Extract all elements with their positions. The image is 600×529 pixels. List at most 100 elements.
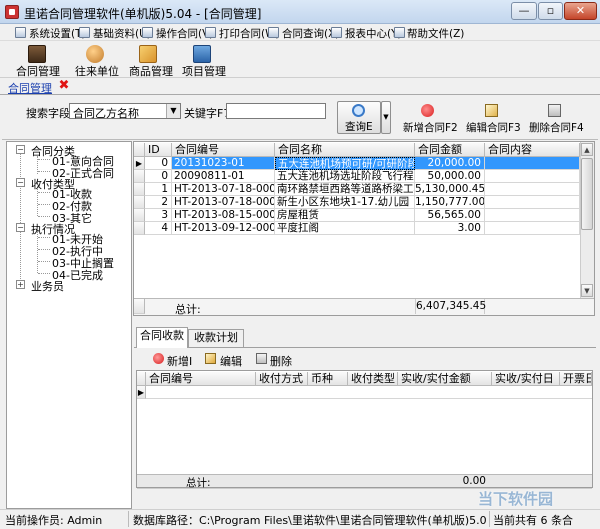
cell-contract-no[interactable]: HT-2013-09-12-0001: [172, 222, 275, 235]
cell-contract-no[interactable]: HT-2013-07-18-0003: [172, 196, 275, 209]
watermark-text: 当下软件园: [478, 490, 554, 508]
cell-content[interactable]: [485, 222, 580, 235]
grid-header-amount[interactable]: 合同金额: [415, 143, 485, 157]
cell-content[interactable]: [485, 170, 580, 183]
delete-icon: [548, 104, 561, 117]
toolbar-contract-button[interactable]: 合同管理: [16, 63, 60, 79]
query-button[interactable]: 查询E: [337, 101, 381, 134]
sub-edit-button[interactable]: 编辑: [220, 353, 242, 369]
grid-header-contract-no[interactable]: 合同编号: [172, 143, 275, 157]
cell-amount[interactable]: 50,000.00: [415, 170, 485, 183]
sub-grid-header-type[interactable]: 收付类型: [348, 372, 398, 386]
grid-total-row: [134, 298, 594, 315]
tree-toggle-icon[interactable]: +: [16, 280, 25, 289]
search-field-select[interactable]: 合同乙方名称 ▼: [69, 103, 181, 120]
sub-add-button[interactable]: 新增I: [167, 353, 192, 369]
menu-basic-icon: [79, 27, 90, 38]
tree-toggle-icon[interactable]: −: [16, 178, 25, 187]
tab-contract-receipts[interactable]: 合同收款: [136, 327, 188, 348]
magnifier-icon: [352, 104, 365, 117]
close-button[interactable]: ✕: [564, 2, 597, 20]
sub-grid-header-method[interactable]: 收付方式: [256, 372, 308, 386]
sub-grid-header-contract-no[interactable]: 合同编号: [146, 372, 256, 386]
scroll-up-icon[interactable]: ▲: [581, 143, 593, 156]
query-dropdown-button[interactable]: ▼: [381, 101, 391, 134]
add-icon: [421, 104, 434, 117]
cell-contract-name[interactable]: 南环路禁垣西路等道路桥梁工程: [275, 183, 415, 196]
edit-icon: [485, 104, 498, 117]
cell-contract-name[interactable]: 五大连池机场选址阶段飞行程序设: [275, 170, 415, 183]
tree-node-salesman[interactable]: 业务员: [31, 278, 64, 294]
add-contract-button[interactable]: 新增合同F2: [399, 101, 460, 134]
sub-grid-header-date[interactable]: 实收/实付日: [492, 372, 560, 386]
tree-guide: [38, 159, 50, 160]
cell-contract-no[interactable]: HT-2013-07-18-0001: [172, 183, 275, 196]
status-operator: 当前操作员: Admin: [5, 514, 103, 527]
cell-contract-name[interactable]: 新生小区东地块1-17.幼儿园: [275, 196, 415, 209]
cell-amount[interactable]: 20,000.00: [415, 157, 485, 170]
cell-content[interactable]: [485, 209, 580, 222]
cell-contract-name[interactable]: 平度扛阁: [275, 222, 415, 235]
cell-content[interactable]: [485, 183, 580, 196]
sub-grid-empty-row[interactable]: [146, 386, 592, 399]
tab-contract-management[interactable]: 合同管理: [8, 80, 52, 95]
tab-receipt-plan[interactable]: 收款计划: [188, 329, 244, 347]
maximize-button[interactable]: ▫: [538, 2, 563, 20]
project-icon: [193, 45, 211, 63]
scroll-thumb[interactable]: [581, 158, 593, 230]
close-tab-icon[interactable]: ✖: [57, 79, 71, 93]
cell-content[interactable]: [485, 196, 580, 209]
cell-content[interactable]: [485, 157, 580, 170]
tree-toggle-icon[interactable]: −: [16, 145, 25, 154]
delete-contract-button[interactable]: 删除合同F4: [526, 101, 584, 134]
minimize-button[interactable]: —: [511, 2, 537, 20]
cell-id[interactable]: 0: [145, 170, 172, 183]
sub-grid-header-currency[interactable]: 币种: [308, 372, 348, 386]
cell-amount[interactable]: 3.00: [415, 222, 485, 235]
toolbar-goods-button[interactable]: 商品管理: [129, 63, 173, 79]
sub-grid-header-invoice-date[interactable]: 开票日: [560, 372, 592, 386]
cell-contract-name[interactable]: 五大连池机场预可研/可研阶段飞: [275, 157, 415, 170]
keyword-input[interactable]: [226, 103, 326, 119]
cell-id[interactable]: 0: [145, 157, 172, 170]
tree-guide: [38, 171, 50, 172]
cell-amount[interactable]: 1,150,777.00: [415, 196, 485, 209]
tree-toggle-icon[interactable]: −: [16, 223, 25, 232]
edit-contract-button[interactable]: 编辑合同F3: [463, 101, 521, 134]
cell-id[interactable]: 1: [145, 183, 172, 196]
toolbar-partners-button[interactable]: 往来单位: [75, 63, 119, 79]
status-count: 当前共有 6 条合: [493, 514, 573, 527]
add-icon: [153, 353, 164, 364]
cell-contract-no[interactable]: HT-2013-08-15-0001: [172, 209, 275, 222]
row-indicator-icon: ▶: [134, 157, 145, 170]
cell-amount[interactable]: 5,130,000.45: [415, 183, 485, 196]
tree-guide: [20, 150, 21, 283]
menu-help-icon: [394, 27, 405, 38]
row-indicator: [134, 209, 145, 222]
grid-header-contract-name[interactable]: 合同名称: [275, 143, 415, 157]
keyword-label: 关键字F7: [184, 107, 231, 120]
tree-guide: [38, 216, 50, 217]
tree-guide: [38, 237, 50, 238]
query-button-label: 查询E: [345, 121, 373, 133]
cell-id[interactable]: 4: [145, 222, 172, 235]
grid-header-id[interactable]: ID: [145, 143, 172, 157]
cell-amount[interactable]: 56,565.00: [415, 209, 485, 222]
grid-total-amount: 6,407,345.45: [415, 299, 487, 314]
cell-contract-name[interactable]: 房屋租赁: [275, 209, 415, 222]
status-db-path: 数据库路径：C:\Program Files\里诺软件\里诺合同管理软件(单机版…: [133, 514, 487, 527]
cell-contract-no[interactable]: 20090811-01: [172, 170, 275, 183]
sub-grid-header-amount[interactable]: 实收/实付金额: [398, 372, 492, 386]
cell-id[interactable]: 3: [145, 209, 172, 222]
cell-id[interactable]: 2: [145, 196, 172, 209]
toolbar-project-button[interactable]: 项目管理: [182, 63, 226, 79]
menu-help[interactable]: 帮助文件(Z): [407, 26, 464, 41]
status-divider: [128, 511, 129, 527]
app-icon: [5, 5, 19, 19]
tree-guide: [38, 261, 50, 262]
cell-contract-no[interactable]: 20131023-01: [172, 157, 275, 170]
scroll-down-icon[interactable]: ▼: [581, 284, 593, 297]
menu-system[interactable]: 系统设置(T): [29, 26, 86, 41]
grid-header-content[interactable]: 合同内容: [485, 143, 580, 157]
sub-delete-button[interactable]: 删除: [270, 353, 292, 369]
